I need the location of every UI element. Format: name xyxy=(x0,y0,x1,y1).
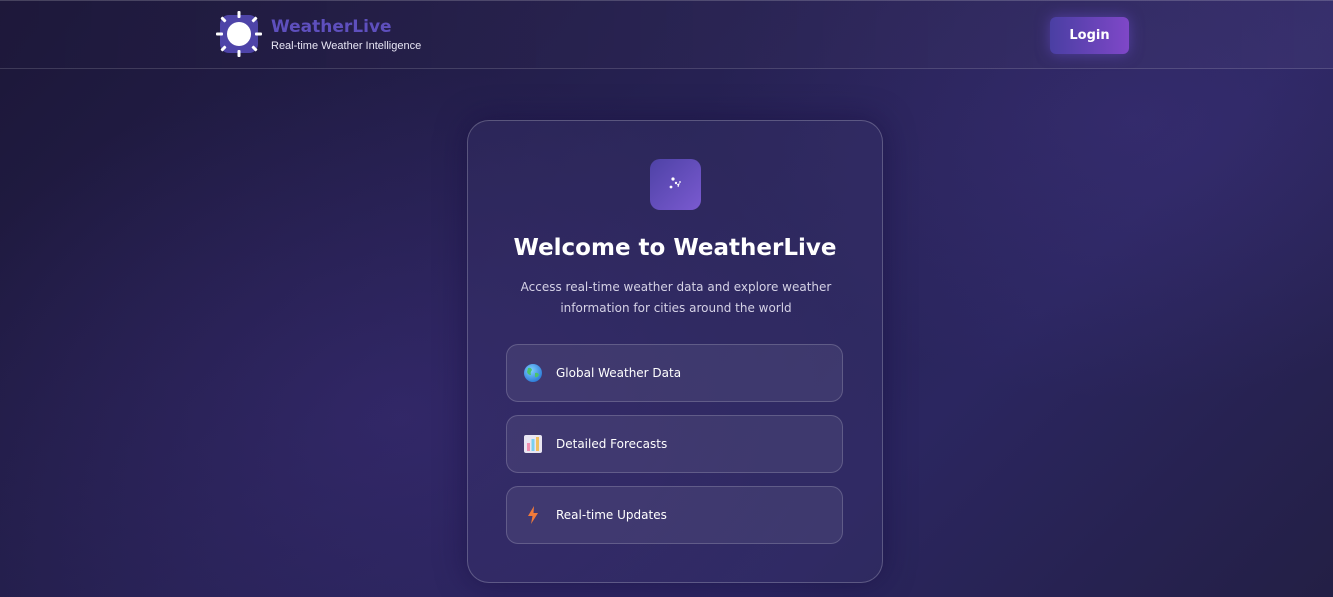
feature-real-time-updates: Real-time Updates xyxy=(506,486,843,544)
top-header: WeatherLive Real-time Weather Intelligen… xyxy=(0,0,1333,69)
welcome-card: Welcome to WeatherLive Access real-time … xyxy=(467,120,883,583)
brand-tagline: Real-time Weather Intelligence xyxy=(271,40,422,52)
lightning-icon xyxy=(523,505,543,525)
feature-label: Real-time Updates xyxy=(556,508,667,522)
brand-title: WeatherLive xyxy=(271,17,392,37)
welcome-subtitle: Access real-time weather data and explor… xyxy=(520,280,832,315)
login-button[interactable]: Login xyxy=(1050,17,1129,54)
welcome-title: Welcome to WeatherLive xyxy=(513,235,837,261)
feature-detailed-forecasts: Detailed Forecasts xyxy=(506,415,843,473)
brand[interactable]: WeatherLive Real-time Weather Intelligen… xyxy=(216,11,421,57)
sun-icon xyxy=(216,11,262,57)
feature-global-weather-data: Global Weather Data xyxy=(506,344,843,402)
feature-label: Detailed Forecasts xyxy=(556,437,668,451)
weather-app-icon xyxy=(650,159,701,210)
feature-label: Global Weather Data xyxy=(556,366,682,380)
globe-icon xyxy=(523,363,543,383)
bar-chart-icon xyxy=(523,434,543,454)
